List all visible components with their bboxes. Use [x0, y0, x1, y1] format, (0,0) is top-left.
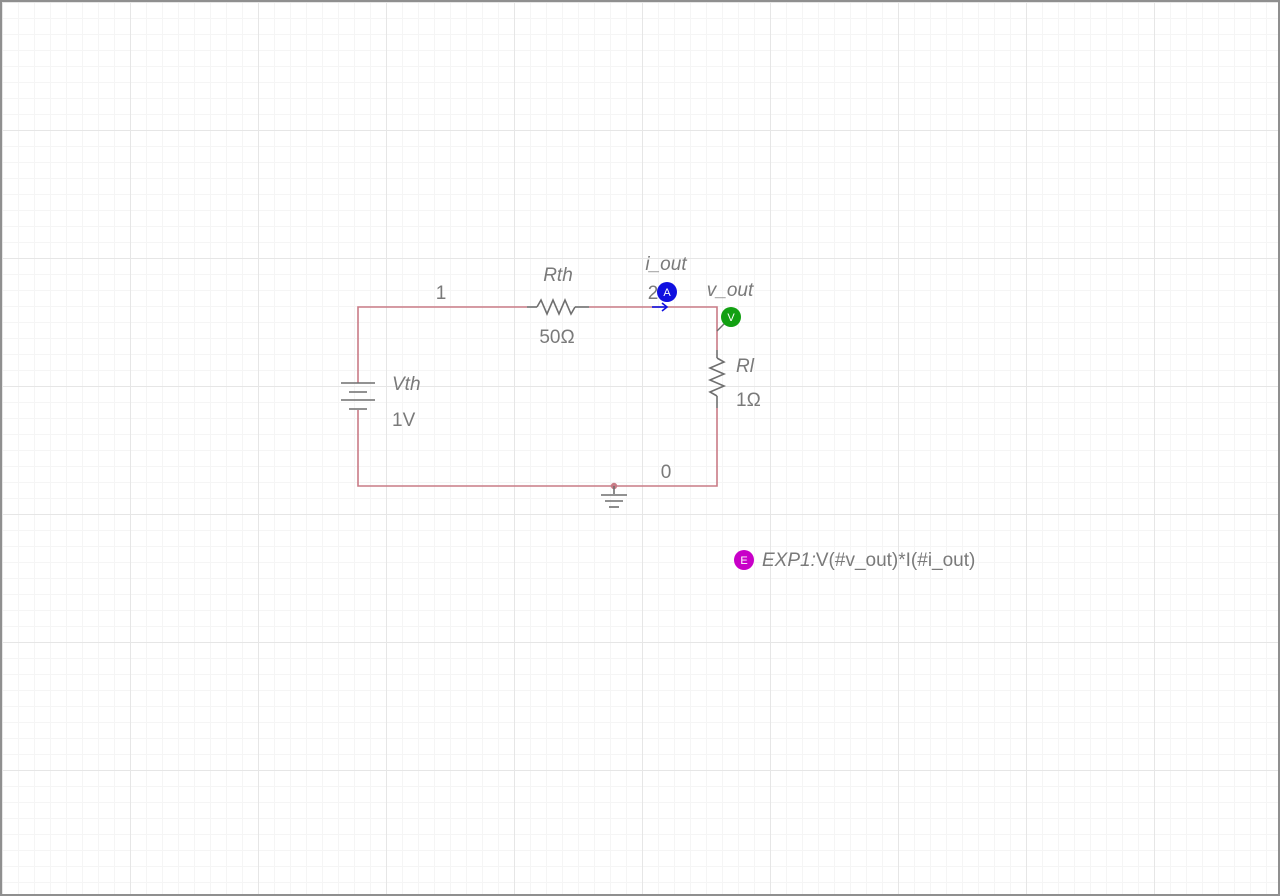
- node-2-label: 2: [648, 283, 659, 304]
- wire-node-1[interactable]: [357, 306, 527, 383]
- schematic-drawing: A V Rth 50Ω Vth 1V Rl 1Ω 1 2 0 i_out v_o…: [341, 254, 975, 571]
- voltmeter-badge-label: V: [727, 312, 735, 324]
- dc-voltage-source-icon[interactable]: [341, 382, 375, 410]
- vth-name-label[interactable]: Vth: [392, 374, 421, 395]
- expression-formula: V(#v_out)*I(#i_out): [816, 550, 975, 571]
- expression-badge-label: E: [740, 555, 747, 567]
- wire-node-2[interactable]: [589, 306, 718, 350]
- current-probe-name-label[interactable]: i_out: [645, 254, 687, 275]
- voltage-probe-name-label[interactable]: v_out: [707, 280, 754, 301]
- ammeter-badge-label: A: [663, 287, 671, 299]
- expression-text[interactable]: EXP1:V(#v_out)*I(#i_out): [762, 550, 975, 571]
- ground-icon[interactable]: [601, 486, 627, 508]
- vth-value-label[interactable]: 1V: [392, 410, 416, 431]
- resistor-rth-icon[interactable]: [527, 297, 589, 317]
- node-0-label: 0: [661, 462, 672, 483]
- expression-name: EXP1:: [762, 550, 816, 571]
- voltmeter-probe[interactable]: V: [721, 307, 741, 327]
- rl-value-label[interactable]: 1Ω: [736, 390, 761, 411]
- node-1-label: 1: [436, 283, 447, 304]
- wires: [357, 306, 718, 487]
- rth-name-label[interactable]: Rth: [543, 265, 573, 286]
- rl-name-label[interactable]: Rl: [736, 356, 755, 377]
- rth-value-label[interactable]: 50Ω: [539, 327, 574, 348]
- expression-probe[interactable]: E: [734, 550, 754, 570]
- current-direction-arrow-icon: [652, 302, 669, 312]
- ammeter-probe[interactable]: A: [657, 282, 677, 302]
- resistor-rl-icon[interactable]: [707, 350, 727, 408]
